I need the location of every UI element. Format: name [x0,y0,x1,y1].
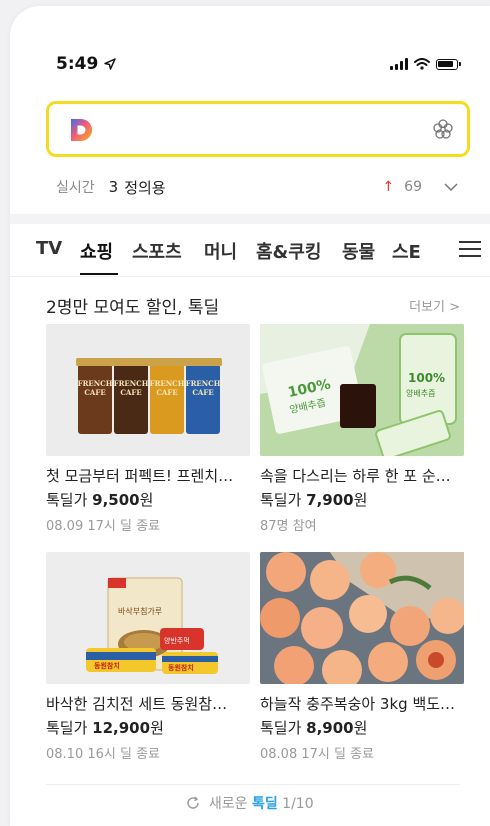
product-card-4[interactable]: 하늘작 충주복숭아 3kg 백도… 톡딜가 8,900원 08.08 17시 딜… [260,552,464,762]
product-title: 속을 다스리는 하루 한 포 순… [260,467,451,485]
price-prefix: 톡딜가 [260,719,307,737]
svg-text:양반주먹: 양반주먹 [164,636,190,645]
realtime-trending-bar[interactable]: 실시간 3 정의용 ↑ 69 [56,176,458,198]
product-card-1[interactable]: FRENCH CAFE FRENCH CAFE FRENCH CAFE FRENCH C… [46,324,250,534]
location-arrow-icon [104,58,117,70]
deal-end-time: 08.10 16시 딜 종료 [46,747,160,762]
price-prefix: 톡딜가 [46,491,93,509]
status-icons [390,58,461,70]
tab-animals[interactable]: 동물 [342,238,375,264]
hamburger-menu-icon[interactable] [458,240,482,258]
participant-count: 87명 참여 [260,519,317,534]
product-price: 톡딜가 8,900원 [260,717,464,738]
battery-icon [436,58,461,70]
price-prefix: 톡딜가 [260,491,307,509]
wifi-icon [414,58,430,70]
tab-home-cooking[interactable]: 홈&쿠킹 [256,238,321,264]
active-tab-underline [80,273,118,275]
refresh-deals-button[interactable]: 새로운 톡딜 1/10 [10,793,490,813]
product-title: 첫 모금부터 퍼펙트! 프렌치… [46,467,234,485]
svg-text:동원참치: 동원참치 [168,663,194,672]
flower-icon[interactable] [432,118,454,140]
more-link[interactable]: 더보기 > [409,296,460,315]
product-title: 하늘작 충주복숭아 3kg 백도… [260,695,456,713]
tab-sports[interactable]: 스포츠 [132,238,182,264]
svg-text:CAFE: CAFE [156,388,177,397]
tab-shopping[interactable]: 쇼핑 [80,238,113,264]
svg-text:FRENCH: FRENCH [78,379,113,388]
product-image-kimchi-set[interactable]: 바삭부침가루 동원참치 양반주먹 동원참치 [46,552,250,684]
trending-label: 실시간 [56,180,95,196]
price-suffix: 원 [353,719,368,737]
trending-rank: 3 [108,178,119,196]
price-suffix: 원 [150,719,164,737]
refresh-highlight: 톡딜 [251,796,278,812]
svg-text:양배추즙: 양배추즙 [406,389,435,398]
deal-end-time: 08.09 17시 딜 종료 [46,519,160,534]
status-time: 5:49 [56,54,117,74]
product-card-2[interactable]: 100% 양배추즙 100% 양배추즙 속을 다스리는 하루 한 포 순… 톡딜… [260,324,464,534]
section-title: 2명만 모여도 할인, 톡딜 [46,298,220,318]
svg-text:CAFE: CAFE [192,388,213,397]
svg-text:CAFE: CAFE [84,388,105,397]
price-value: 8,900 [306,719,354,737]
up-arrow-icon: ↑ [382,179,395,195]
phone-screen: 5:49 실시간 3 정의용 ↑ 69 TV 쇼핑 스포츠 머니 홈&쿠킹 동물… [10,6,490,826]
cellular-signal-icon [390,58,408,70]
price-value: 9,500 [92,491,140,509]
svg-text:FRENCH: FRENCH [150,379,185,388]
trending-count: 69 [404,179,422,195]
svg-text:동원참치: 동원참치 [94,661,120,670]
deal-end-time: 08.08 17시 딜 종료 [260,747,374,762]
product-card-3[interactable]: 바삭부침가루 동원참치 양반주먹 동원참치 바삭한 김치전 세트 동원참… 톡딜… [46,552,250,762]
status-bar: 5:49 [56,52,461,76]
tab-more-truncated[interactable]: 스E [392,238,426,264]
chevron-down-icon[interactable] [444,182,458,192]
product-image-peaches[interactable] [260,552,464,684]
cabbage-juice-illustration: 100% 양배추즙 100% 양배추즙 [260,324,464,456]
daum-d-logo-icon[interactable] [69,117,95,143]
svg-text:100%: 100% [408,371,445,385]
price-prefix: 톡딜가 [46,719,93,737]
french-cafe-cups-illustration: FRENCHCAFE FRENCHCAFE FRENCHCAFE FRENCHC… [76,358,222,434]
product-title: 바삭한 김치전 세트 동원참… [46,695,228,713]
price-value: 7,900 [306,491,354,509]
svg-text:FRENCH: FRENCH [186,379,221,388]
kimchi-pancake-set-illustration: 바삭부침가루 동원참치 양반주먹 동원참치 [86,577,218,674]
product-price: 톡딜가 9,500원 [46,489,250,510]
section-divider [10,214,490,224]
refresh-page: 1/10 [282,796,314,812]
trending-term[interactable]: 정의용 [124,177,165,198]
refresh-icon [187,796,200,809]
product-image-french-cafe[interactable]: FRENCH CAFE FRENCH CAFE FRENCH CAFE FRENCH C… [46,324,250,456]
time-text: 5:49 [56,54,99,74]
product-price: 톡딜가 7,900원 [260,489,464,510]
price-suffix: 원 [353,491,368,509]
svg-text:FRENCH: FRENCH [114,379,149,388]
price-value: 12,900 [92,719,151,737]
footer-divider [46,784,460,785]
peaches-illustration [260,552,464,684]
svg-text:CAFE: CAFE [120,388,141,397]
tab-tv[interactable]: TV [36,238,62,259]
price-suffix: 원 [139,491,154,509]
category-tabs: TV 쇼핑 스포츠 머니 홈&쿠킹 동물 스E [10,224,490,277]
refresh-prefix: 새로운 [208,796,248,812]
product-image-cabbage-juice[interactable]: 100% 양배추즙 100% 양배추즙 [260,324,464,456]
search-bar[interactable] [46,101,470,157]
tab-money[interactable]: 머니 [204,238,237,264]
svg-text:바삭부침가루: 바삭부침가루 [118,606,162,616]
product-price: 톡딜가 12,900원 [46,717,250,738]
